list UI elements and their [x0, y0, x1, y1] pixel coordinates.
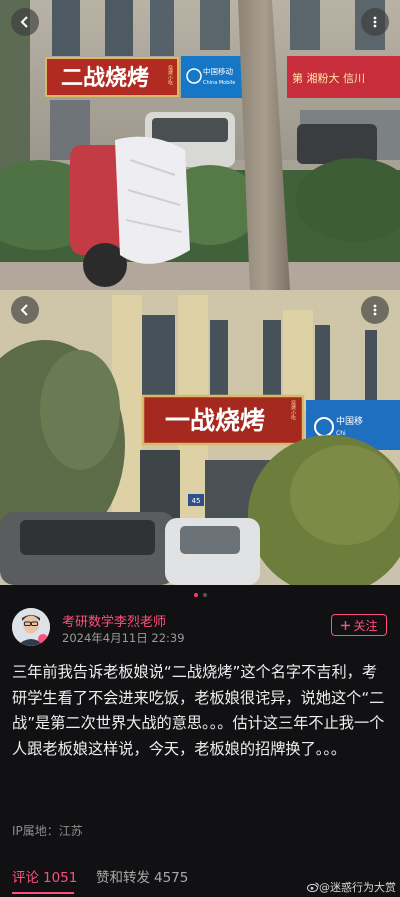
- more-vertical-icon: [373, 16, 377, 28]
- post-photo-after[interactable]: 一战烧烤 烧烤小吃 中国移 Chi 45: [0, 290, 400, 585]
- new-shop-sign-text: 一战烧烤: [165, 406, 265, 435]
- active-tab-indicator: [12, 892, 74, 894]
- mobile-sign-text-after: 中国移: [336, 415, 363, 427]
- plus-icon: [341, 620, 351, 630]
- watermark-text: @迷惑行为大赏: [319, 881, 396, 894]
- tab-comments-count: 1051: [43, 870, 78, 886]
- prev-photo-button[interactable]: [11, 296, 39, 324]
- old-shop-sign-small-text: 烧烤小吃: [167, 64, 173, 85]
- door-number: 45: [192, 497, 201, 505]
- chevron-left-icon: [20, 304, 28, 316]
- pager-dot-active: [193, 593, 198, 597]
- chevron-left-icon: [20, 16, 28, 28]
- tab-likes-label: 赞和转发: [96, 870, 150, 886]
- new-shop-sign-small-text: 烧烤小吃: [290, 399, 296, 420]
- follow-button[interactable]: 关注: [331, 614, 387, 636]
- storefront-photo-before: 二战烧烤 烧烤小吃 中国移动 China Mobile 第 湘粉大 信川: [0, 0, 400, 290]
- more-vertical-icon: [373, 304, 377, 316]
- ip-location: IP属地：江苏: [12, 824, 83, 838]
- post-body: 三年前我告诉老板娘说“二战烧烤”这个名字不吉利，考研学生看了不会进来吃饭，老板娘…: [12, 663, 385, 758]
- tab-comments[interactable]: 评论 1051: [12, 866, 77, 886]
- mobile-sign-text: 中国移动: [203, 66, 233, 76]
- neighbor-sign-text: 第 湘粉大 信川: [292, 71, 365, 85]
- avatar-image: [12, 608, 50, 646]
- author-name[interactable]: 考研数学李烈老师: [62, 611, 166, 630]
- photo-more-button[interactable]: [361, 296, 389, 324]
- mobile-sign-subtext: China Mobile: [203, 80, 235, 86]
- photo-pager: [0, 593, 400, 597]
- storefront-photo-after: 一战烧烤 烧烤小吃 中国移 Chi 45: [0, 290, 400, 585]
- post-photo-before[interactable]: 二战烧烤 烧烤小吃 中国移动 China Mobile 第 湘粉大 信川: [0, 0, 400, 290]
- tab-likes-count: 4575: [154, 870, 189, 886]
- follow-label: 关注: [353, 618, 378, 633]
- watermark: @迷惑行为大赏: [307, 879, 396, 895]
- tab-comments-label: 评论: [12, 870, 39, 886]
- pager-dot: [202, 593, 207, 597]
- back-button[interactable]: [11, 8, 39, 36]
- avatar[interactable]: [12, 608, 50, 646]
- more-button[interactable]: [361, 8, 389, 36]
- post-time: 2024年4月11日 22:39: [62, 631, 185, 645]
- old-shop-sign-text: 二战烧烤: [61, 65, 149, 91]
- tab-likes-shares[interactable]: 赞和转发 4575: [96, 866, 188, 886]
- weibo-icon: [307, 882, 319, 893]
